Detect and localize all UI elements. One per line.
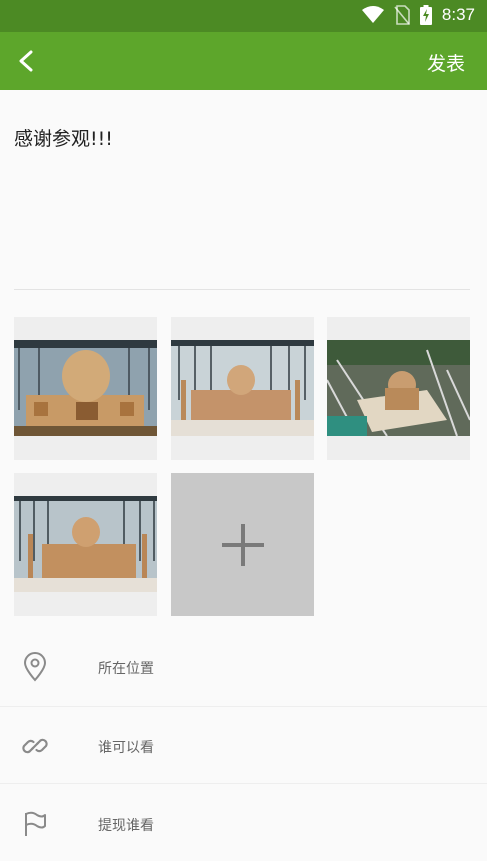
photo-1 xyxy=(14,340,157,436)
photo-thumbnail[interactable] xyxy=(14,473,157,616)
add-photo-button[interactable] xyxy=(171,473,314,616)
photo-thumbnail[interactable] xyxy=(327,317,470,460)
photo-thumbnail[interactable] xyxy=(14,317,157,460)
flag-icon xyxy=(25,811,46,836)
no-sim-icon xyxy=(394,5,410,25)
location-label: 所在位置 xyxy=(98,661,154,677)
clock-time: 8:37 xyxy=(441,5,475,24)
photo-2 xyxy=(171,340,314,436)
post-text-input[interactable]: 感谢参观!!! xyxy=(14,124,113,151)
toolbar: 发表 xyxy=(0,32,487,90)
wifi-icon xyxy=(361,6,384,23)
mention-label: 提现谁看 xyxy=(98,818,154,834)
divider xyxy=(0,783,487,784)
battery-charging-icon xyxy=(419,5,432,25)
photo-thumbnail[interactable] xyxy=(171,317,314,460)
status-bar: 8:37 xyxy=(0,0,487,32)
photo-4 xyxy=(14,496,157,592)
plus-icon xyxy=(221,523,264,566)
location-row[interactable]: 所在位置 xyxy=(0,628,487,704)
compose-area: 感谢参观!!! 所在位置 谁可以看 提现谁看 xyxy=(0,90,487,861)
link-icon xyxy=(22,738,48,754)
chevron-left-icon xyxy=(19,50,33,72)
divider xyxy=(14,289,470,290)
visibility-row[interactable]: 谁可以看 xyxy=(0,707,487,783)
back-button[interactable] xyxy=(10,45,42,77)
publish-button[interactable]: 发表 xyxy=(427,49,465,76)
status-icons: 8:37 xyxy=(361,5,475,25)
photo-3 xyxy=(327,340,470,436)
mention-row[interactable]: 提现谁看 xyxy=(0,785,487,861)
visibility-label: 谁可以看 xyxy=(98,740,154,756)
location-pin-icon xyxy=(23,652,47,682)
